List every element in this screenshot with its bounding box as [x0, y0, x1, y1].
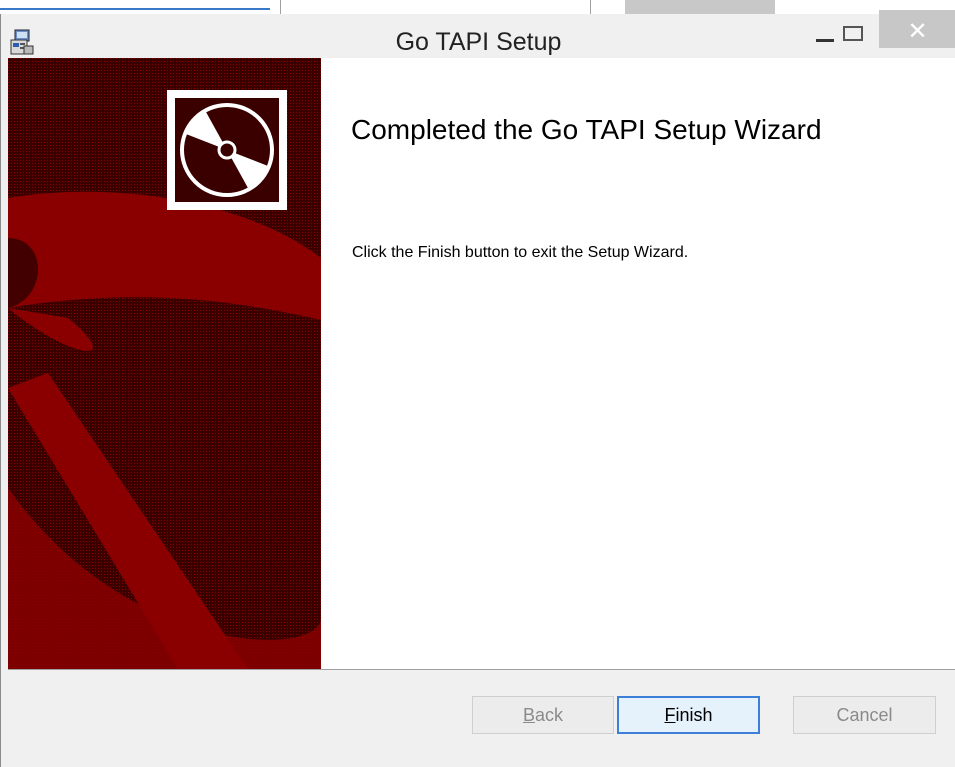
background-separator: [280, 0, 281, 14]
background-bar: [0, 8, 270, 10]
finish-button-label: inish: [675, 704, 713, 725]
cancel-button[interactable]: Cancel: [793, 696, 936, 734]
back-button-accelerator: B: [522, 704, 535, 725]
back-button-label: ack: [535, 704, 564, 725]
wizard-instructions: Click the Finish button to exit the Setu…: [352, 244, 689, 261]
footer-divider: [8, 669, 955, 670]
maximize-icon: [843, 25, 863, 41]
finish-button[interactable]: Finish: [617, 696, 760, 734]
wizard-content-panel: Completed the Go TAPI Setup Wizard Click…: [321, 58, 955, 669]
back-button[interactable]: Back: [472, 696, 614, 734]
wizard-banner-image: [8, 58, 321, 669]
maximize-button[interactable]: [835, 14, 871, 50]
background-separator: [590, 0, 591, 14]
background-block: [625, 0, 775, 14]
minimize-icon: [816, 38, 834, 42]
close-button[interactable]: ✕: [879, 10, 955, 48]
cancel-button-label: Cancel: [836, 704, 893, 725]
close-icon: ✕: [907, 17, 928, 45]
finish-button-accelerator: F: [664, 704, 676, 725]
background-window-strip: [0, 0, 955, 14]
wizard-heading: Completed the Go TAPI Setup Wizard: [351, 114, 822, 145]
